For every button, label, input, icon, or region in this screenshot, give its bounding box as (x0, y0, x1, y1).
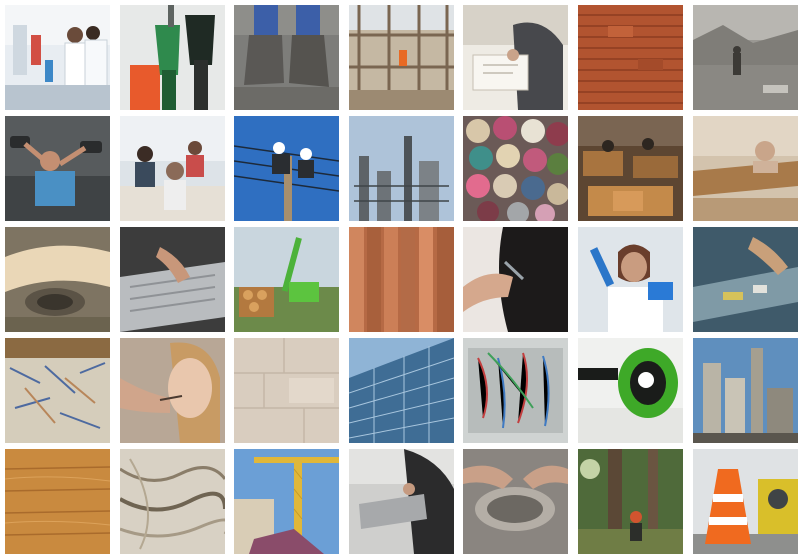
image-tile-drafting-at-desk[interactable] (463, 5, 569, 110)
image-mosaic-grid (5, 5, 798, 555)
image-tile-marble-stone[interactable] (119, 449, 225, 554)
image-tile-paper-roll-machine[interactable] (5, 227, 110, 332)
image-tile-green-ear-protection[interactable] (577, 338, 683, 443)
image-tile-gym-exercise[interactable] (5, 116, 110, 221)
image-tile-glass-skyscraper[interactable] (348, 338, 454, 443)
image-tile-brick-wall[interactable] (577, 5, 683, 110)
image-tile-building-scaffolding[interactable] (348, 5, 454, 110)
image-tile-shredded-paper[interactable] (5, 338, 110, 443)
image-tile-refinery-towers[interactable] (348, 116, 454, 221)
image-tile-textile-factory[interactable] (577, 116, 683, 221)
image-tile-scientist-test-tube[interactable] (577, 227, 683, 332)
image-tile-traffic-cone-site[interactable] (692, 449, 798, 554)
image-tile-work-boots[interactable] (234, 5, 340, 110)
image-tile-cable-lab-panel[interactable] (463, 338, 569, 443)
image-tile-cement-plant[interactable] (692, 338, 798, 443)
image-tile-wood-floor[interactable] (5, 449, 110, 554)
image-tile-woodworking[interactable] (692, 116, 798, 221)
image-tile-stone-tiles[interactable] (234, 338, 340, 443)
image-tile-conveyor-sorting[interactable] (692, 227, 798, 332)
image-tile-colorful-discs[interactable] (463, 116, 569, 221)
image-tile-crane-construction[interactable] (234, 449, 340, 554)
image-tile-office-meeting[interactable] (119, 116, 225, 221)
image-tile-metalworker[interactable] (348, 449, 454, 554)
image-tile-quarry-worker[interactable] (692, 5, 798, 110)
image-tile-green-log-loader[interactable] (234, 227, 340, 332)
image-tile-fuel-nozzles[interactable] (119, 5, 225, 110)
image-tile-metal-polishing[interactable] (463, 449, 569, 554)
image-tile-laboratory-workers[interactable] (5, 5, 110, 110)
image-tile-copper-pipes[interactable] (348, 227, 454, 332)
image-tile-lineman-on-pole[interactable] (234, 116, 340, 221)
image-tile-makeup-application[interactable] (119, 338, 225, 443)
image-tile-hairdresser-cutting[interactable] (463, 227, 569, 332)
image-tile-forest-worker[interactable] (577, 449, 683, 554)
image-tile-hands-sorting-material[interactable] (119, 227, 225, 332)
